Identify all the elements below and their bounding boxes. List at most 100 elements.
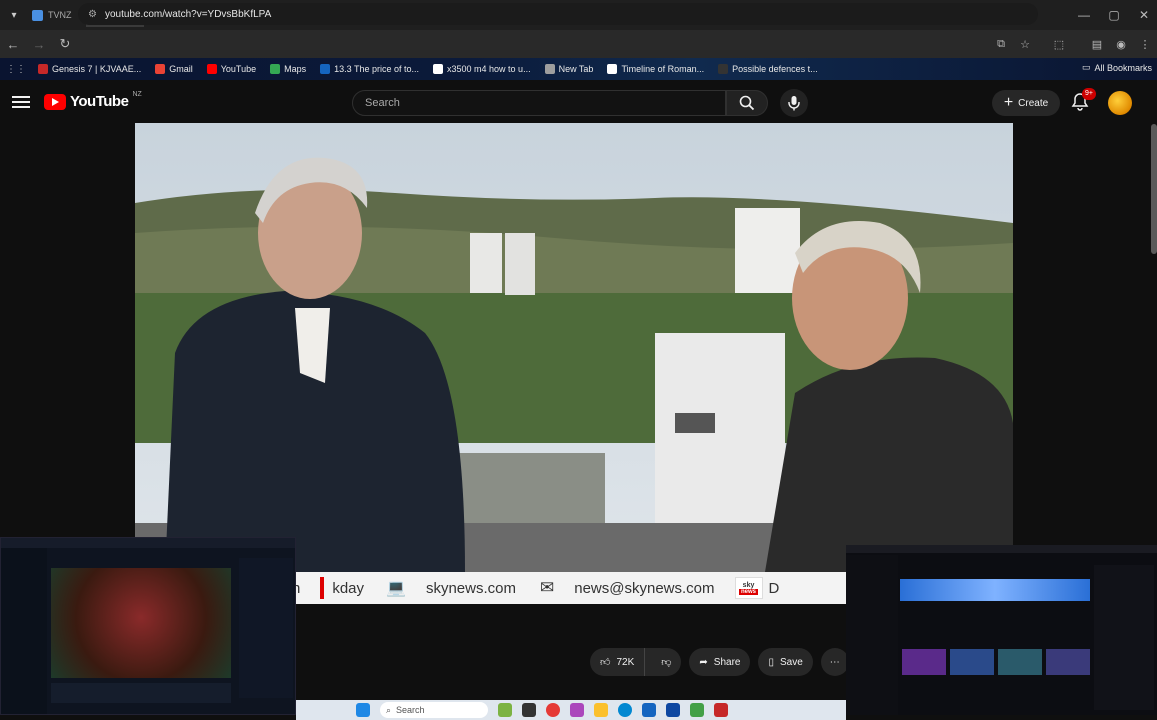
overlay-controls bbox=[51, 683, 231, 703]
apps-grid-icon[interactable]: ⋮⋮ bbox=[6, 64, 26, 75]
save-label: Save bbox=[780, 656, 803, 668]
create-button[interactable]: + Create bbox=[992, 90, 1060, 116]
windows-taskbar: ⌕ Search bbox=[296, 700, 846, 720]
task-view-icon[interactable] bbox=[522, 703, 536, 717]
search-placeholder: Search bbox=[365, 97, 400, 109]
bookmark-label: YouTube bbox=[220, 64, 257, 74]
browser-menu-icon[interactable]: ⋮ bbox=[1134, 33, 1156, 55]
windows-start-icon[interactable] bbox=[356, 703, 370, 717]
overlay-chat bbox=[239, 558, 293, 698]
bookmark-favicon-icon bbox=[607, 64, 618, 74]
voice-search-button[interactable] bbox=[780, 89, 808, 117]
search-button[interactable] bbox=[726, 90, 768, 116]
overlay-clip-3 bbox=[998, 649, 1042, 675]
save-button[interactable]: ▯ Save bbox=[758, 648, 813, 676]
sidebar-icon[interactable]: ▤ bbox=[1086, 33, 1108, 55]
file-explorer-icon[interactable] bbox=[594, 703, 608, 717]
youtube-logo[interactable]: YouTube NZ bbox=[44, 91, 142, 110]
bookmark-item[interactable]: Maps bbox=[270, 64, 306, 74]
bookmark-label: Genesis 7 | KJVAAE... bbox=[52, 64, 142, 74]
share-label: Share bbox=[713, 656, 741, 668]
bookmark-label: x3500 m4 how to u... bbox=[447, 64, 531, 74]
site-info-icon[interactable]: ⚙ bbox=[88, 9, 97, 20]
ticker-text-4: news@skynews.com bbox=[574, 579, 715, 597]
maximize-button[interactable]: ▢ bbox=[1098, 0, 1130, 30]
close-window-button[interactable]: ✕ bbox=[1128, 0, 1157, 30]
app-icon[interactable] bbox=[690, 703, 704, 717]
tab-search-menu-icon[interactable]: ▾ bbox=[4, 5, 24, 25]
bookmark-item[interactable]: x3500 m4 how to u... bbox=[433, 64, 531, 74]
cast-icon[interactable]: ⧉ bbox=[990, 33, 1012, 55]
ticker-text-5: D bbox=[768, 579, 780, 597]
hamburger-menu-icon[interactable] bbox=[12, 93, 30, 111]
taskbar-search[interactable]: ⌕ Search bbox=[380, 702, 488, 718]
page-scrollbar[interactable] bbox=[1151, 124, 1157, 254]
app-icon[interactable] bbox=[642, 703, 656, 717]
all-bookmarks-button[interactable]: ▭ All Bookmarks bbox=[1082, 62, 1152, 73]
widgets-icon[interactable] bbox=[498, 703, 512, 717]
minimize-button[interactable]: — bbox=[1068, 0, 1100, 30]
like-dislike-group: 👍︎ 72K 👎︎ bbox=[590, 648, 682, 676]
forward-button[interactable]: → bbox=[26, 31, 52, 57]
bookmark-favicon-icon bbox=[206, 64, 217, 74]
bookmark-label: Possible defences t... bbox=[732, 64, 818, 74]
browser-tab[interactable]: TVNZ bbox=[26, 3, 84, 27]
bookmark-favicon-icon bbox=[155, 64, 166, 74]
sky-logo-text: sky bbox=[742, 581, 755, 589]
video-actions: 👍︎ 72K 👎︎ ➦ Share ▯ Save ⋯ bbox=[590, 648, 849, 676]
ticker-separator bbox=[320, 577, 325, 599]
ticker-item-4: ✉ news@skynews.com bbox=[540, 578, 715, 598]
ticker-item-2: kday bbox=[320, 577, 364, 599]
app-icon[interactable] bbox=[570, 703, 584, 717]
bookmark-item[interactable]: Timeline of Roman... bbox=[607, 64, 704, 74]
bookmark-item[interactable]: New Tab bbox=[544, 64, 594, 74]
like-count: 72K bbox=[616, 656, 635, 668]
address-bar[interactable]: ⚙ youtube.com/watch?v=YDvsBbKfLPA bbox=[78, 3, 1038, 25]
all-bookmarks-label: All Bookmarks bbox=[1094, 62, 1153, 73]
profile-icon[interactable]: ◉ bbox=[1110, 33, 1132, 55]
bookmark-favicon-icon bbox=[433, 64, 444, 74]
bookmark-favicon-icon bbox=[38, 64, 48, 74]
bookmark-item[interactable]: Genesis 7 | KJVAAE... bbox=[38, 64, 141, 74]
back-button[interactable]: ← bbox=[0, 31, 26, 57]
bookmark-item[interactable]: 13.3 The price of to... bbox=[320, 64, 419, 74]
news-ticker: n kday 💻 skynews.com ✉ news@skynews.com … bbox=[292, 572, 848, 604]
more-actions-button[interactable]: ⋯ bbox=[820, 648, 849, 676]
app-icon[interactable] bbox=[714, 703, 728, 717]
dislike-button[interactable]: 👎︎ bbox=[651, 648, 681, 676]
bookmark-star-icon[interactable]: ☆ bbox=[1014, 33, 1036, 55]
reload-button[interactable]: ↻ bbox=[52, 31, 78, 57]
app-icon[interactable] bbox=[666, 703, 680, 717]
video-frame bbox=[135, 123, 1013, 572]
extensions-icon[interactable]: ⬚ bbox=[1048, 33, 1070, 55]
envelope-icon: ✉ bbox=[539, 578, 555, 597]
chrome-icon[interactable] bbox=[546, 703, 560, 717]
overlay-tabbar bbox=[1, 538, 295, 548]
video-player[interactable] bbox=[135, 123, 1013, 572]
bookmarks-bar: ⋮⋮ Genesis 7 | KJVAAE... Gmail YouTube Maps… bbox=[0, 58, 1157, 80]
ticker-text-3: skynews.com bbox=[425, 579, 516, 597]
account-avatar[interactable] bbox=[1108, 91, 1132, 115]
youtube-play-icon bbox=[44, 93, 66, 110]
ticker-item-3: 💻 skynews.com bbox=[386, 578, 516, 598]
bookmark-label: 13.3 The price of to... bbox=[334, 64, 420, 74]
share-button[interactable]: ➦ Share bbox=[689, 648, 751, 676]
country-code: NZ bbox=[132, 91, 142, 98]
notification-badge: 9+ bbox=[1082, 88, 1096, 100]
like-button[interactable]: 👍︎ 72K bbox=[590, 648, 646, 676]
microphone-icon bbox=[788, 96, 800, 111]
bookmark-label: Timeline of Roman... bbox=[621, 64, 705, 74]
overlay-sidebar bbox=[1, 548, 47, 714]
bookmark-item[interactable]: YouTube bbox=[206, 64, 257, 74]
bookmark-favicon-icon bbox=[544, 64, 555, 74]
overlay-clip-4 bbox=[1046, 649, 1090, 675]
kick-stream-overlay bbox=[846, 545, 1157, 715]
youtube-header: YouTube NZ Search + Create 9+ bbox=[0, 82, 1157, 124]
search-input[interactable]: Search bbox=[352, 90, 726, 116]
bookmark-item[interactable]: Gmail bbox=[155, 64, 193, 74]
share-icon: ➦ bbox=[699, 656, 708, 668]
plus-icon: + bbox=[1003, 94, 1014, 111]
bookmark-label: New Tab bbox=[558, 64, 594, 74]
bookmark-item[interactable]: Possible defences t... bbox=[718, 64, 818, 74]
edge-icon[interactable] bbox=[618, 703, 632, 717]
